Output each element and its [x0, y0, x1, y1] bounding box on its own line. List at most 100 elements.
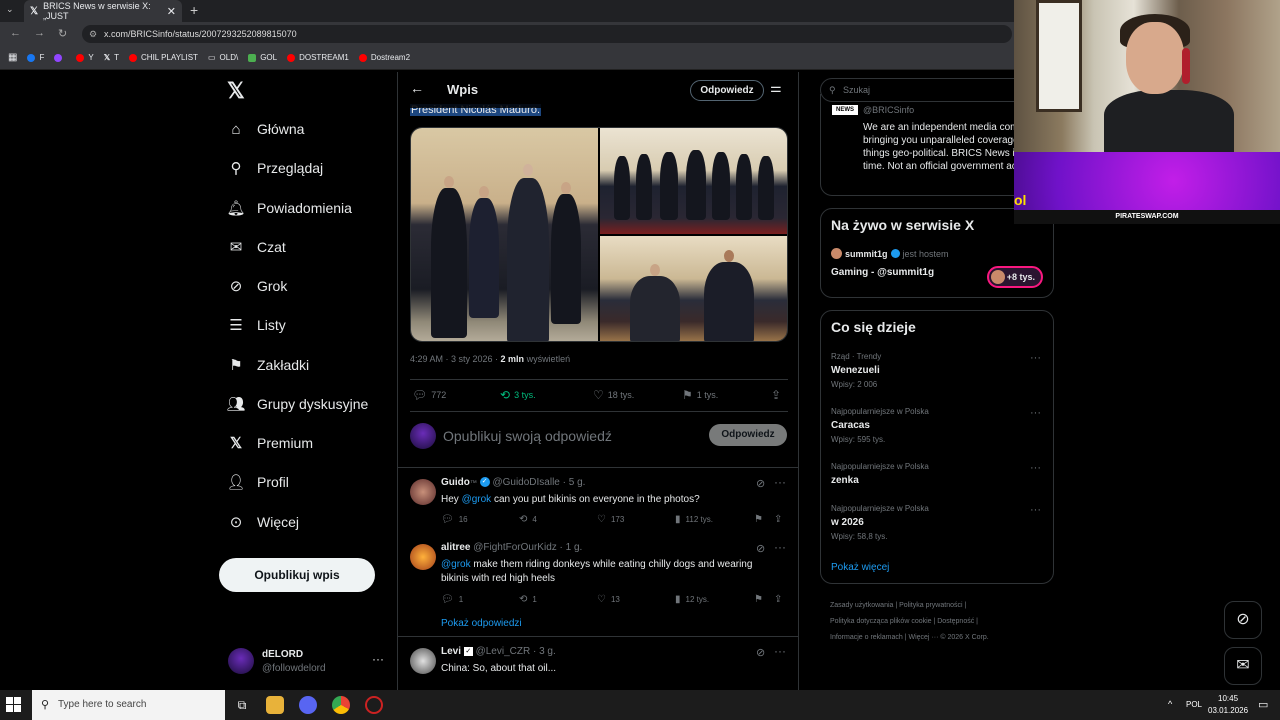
taskbar-search-input[interactable]: ⚲ Type here to search	[32, 690, 225, 720]
filter-icon[interactable]: ⚌	[770, 80, 782, 96]
like-button[interactable]: ♡ 13	[597, 594, 620, 605]
tray-chevron-icon[interactable]: ^	[1168, 699, 1172, 709]
tab-close-icon[interactable]: ✕	[167, 5, 176, 18]
views-button[interactable]: ▮ 112 tys.	[675, 514, 713, 525]
more-icon[interactable]: ···	[1030, 504, 1041, 516]
live-host[interactable]: summit1g jest hostem	[831, 248, 949, 259]
bookmark-item[interactable]: Y	[76, 53, 94, 62]
post-button[interactable]: Opublikuj wpis	[219, 558, 375, 592]
new-tab-icon[interactable]: +	[190, 2, 198, 18]
nav-item-lists[interactable]: ☰ Listy	[227, 316, 286, 334]
more-icon[interactable]: ···	[774, 644, 786, 658]
reply-input[interactable]: Opublikuj swoją odpowiedź	[443, 428, 612, 444]
tweet-timestamp[interactable]: 4:29 AM · 3 sty 2026 ·	[410, 354, 501, 364]
live-listener-count[interactable]: +8 tys.	[987, 266, 1043, 288]
nav-item-profile[interactable]: 👤︎ Profil	[226, 473, 288, 491]
views-button[interactable]: ▮ 12 tys.	[675, 594, 709, 605]
url-field[interactable]: ⚙ x.com/BRICSinfo/status/200729325208981…	[82, 25, 1012, 43]
header-reply-button[interactable]: Odpowiedz	[690, 80, 764, 101]
reply-stat[interactable]: 💬︎ 772	[412, 388, 446, 402]
tweet-photo[interactable]	[411, 128, 598, 341]
trend-item[interactable]: Rząd · Trendy Wenezueli Wpisy: 2 006 ···	[831, 352, 1045, 389]
tweet-photo[interactable]	[600, 236, 787, 341]
reply-button[interactable]: 💬︎ 1	[441, 594, 463, 605]
trend-item[interactable]: Najpopularniejsze w Polska zenka ···	[831, 462, 1045, 486]
nav-item-communities[interactable]: 👥︎ Grupy dyskusyjne	[226, 395, 368, 413]
reply-handle[interactable]: @FightForOurKidz · 1 g.	[473, 542, 582, 553]
footer-line[interactable]: Zasady użytkowania | Polityka prywatnośc…	[830, 598, 1055, 614]
reload-icon[interactable]: ↻	[58, 27, 67, 40]
language-indicator[interactable]: POL	[1186, 700, 1202, 709]
repost-stat[interactable]: ⟲ 3 tys.	[500, 388, 536, 402]
task-view-icon[interactable]: ⧉	[233, 696, 251, 714]
grok-float-icon[interactable]: ⊘	[1224, 601, 1262, 639]
bookmark-item[interactable]: DOSTREAM1	[287, 53, 349, 62]
more-icon[interactable]: ···	[1030, 352, 1041, 364]
trend-item[interactable]: Najpopularniejsze w Polska Caracas Wpisy…	[831, 407, 1045, 444]
like-button[interactable]: ♡ 173	[597, 514, 624, 525]
reply-author[interactable]: alitree	[441, 542, 470, 553]
grok-icon[interactable]: ⊘	[756, 646, 765, 659]
mention-link[interactable]: @grok	[462, 494, 492, 505]
show-replies-link[interactable]: Pokaż odpowiedzi	[441, 618, 522, 629]
trend-item[interactable]: Najpopularniejsze w Polska w 2026 Wpisy:…	[831, 504, 1045, 541]
footer-line[interactable]: Polityka dotycząca plików cookie | Dostę…	[830, 614, 1055, 630]
bookmark-folder[interactable]: ▭ OLD\	[208, 53, 238, 62]
tab-search-icon[interactable]: ⌄	[6, 4, 14, 15]
like-stat[interactable]: ♡ 18 tys.	[593, 388, 634, 402]
avatar[interactable]	[410, 479, 436, 505]
more-icon[interactable]: ···	[774, 540, 786, 554]
bookmark-item[interactable]	[54, 53, 66, 62]
x-logo-icon[interactable]: 𝕏	[227, 78, 245, 104]
show-more-link[interactable]: Pokaż więcej	[831, 562, 889, 573]
grok-icon[interactable]: ⊘	[756, 542, 765, 555]
bookmark-icon[interactable]: ⚑	[754, 594, 768, 605]
reply-submit-button[interactable]: Odpowiedz	[709, 424, 787, 446]
footer-line[interactable]: Informacje o reklamach | Więcej ··· © 20…	[830, 630, 1055, 646]
repost-button[interactable]: ⟲ 1	[519, 594, 537, 605]
tweet-photo[interactable]	[600, 128, 787, 234]
nav-item-bookmarks[interactable]: ⚑ Zakładki	[227, 356, 309, 374]
nav-item-notifications[interactable]: 🔔︎ Powiadomienia	[226, 199, 351, 217]
share-icon[interactable]: ⇪	[774, 514, 787, 525]
file-explorer-icon[interactable]	[266, 696, 284, 714]
reply-handle[interactable]: @Levi_CZR · 3 g.	[476, 646, 556, 657]
share-icon[interactable]: ⇪	[774, 594, 787, 605]
messages-float-icon[interactable]: ✉	[1224, 647, 1262, 685]
bookmark-item[interactable]: 𝕏T	[104, 53, 119, 62]
clock-time[interactable]: 10:45	[1218, 694, 1238, 703]
more-icon[interactable]: ···	[1030, 407, 1041, 419]
repost-button[interactable]: ⟲ 4	[519, 514, 537, 525]
chrome-icon[interactable]	[332, 696, 350, 714]
account-switcher[interactable]: dELORD @followdelord ···	[226, 646, 386, 680]
windows-start-icon[interactable]	[6, 697, 22, 713]
avatar[interactable]	[410, 648, 436, 674]
clock-date[interactable]: 03.01.2026	[1208, 706, 1248, 715]
notification-icon[interactable]: ▭	[1258, 698, 1268, 711]
more-icon[interactable]: ···	[372, 652, 384, 666]
nav-item-explore[interactable]: ⚲ Przeglądaj	[227, 159, 324, 177]
grok-icon[interactable]: ⊘	[756, 477, 765, 490]
obs-icon[interactable]	[365, 696, 383, 714]
back-icon[interactable]: ←	[10, 27, 21, 39]
nav-item-home[interactable]: ⌂ Główna	[227, 120, 304, 138]
more-icon[interactable]: ···	[774, 475, 786, 489]
share-icon[interactable]: ⇪	[771, 388, 785, 402]
nav-item-grok[interactable]: ⊘ Grok	[227, 277, 288, 295]
browser-tab[interactable]: 𝕏 BRICS News w serwisie X: „JUST ✕	[24, 0, 182, 22]
about-handle[interactable]: @BRICSinfo	[863, 105, 914, 115]
bookmark-item[interactable]: GOL	[248, 53, 277, 62]
nav-item-chat[interactable]: ✉ Czat	[227, 238, 286, 256]
live-stream-title[interactable]: Gaming - @summit1g	[831, 267, 934, 278]
reply-item[interactable]: alitree @FightForOurKidz · 1 g. ⊘ ··· @g…	[398, 540, 798, 620]
reply-item[interactable]: Levi ✓ @Levi_CZR · 3 g. ⊘ ··· China: So,…	[398, 644, 798, 684]
reply-author[interactable]: Guido	[441, 477, 470, 488]
reply-button[interactable]: 💬︎ 16	[441, 514, 468, 525]
bookmark-item[interactable]: CHIL PLAYLIST	[129, 53, 198, 62]
more-icon[interactable]: ···	[1030, 462, 1041, 474]
reply-author[interactable]: Levi	[441, 646, 461, 657]
discord-icon[interactable]	[299, 696, 317, 714]
bookmark-item[interactable]: F	[27, 53, 44, 62]
nav-item-more[interactable]: ⊙ Więcej	[227, 513, 299, 531]
bookmark-stat[interactable]: ⚑ 1 tys.	[682, 388, 718, 402]
